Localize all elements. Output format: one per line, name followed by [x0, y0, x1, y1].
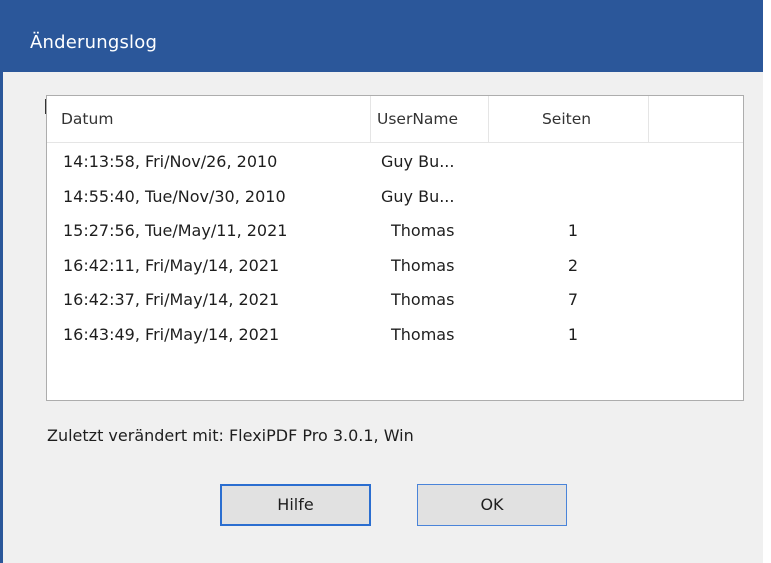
- row-username: Thomas: [391, 221, 455, 240]
- list-row[interactable]: 14:13:58, Fri/Nov/26, 2010 Guy Bu...: [47, 146, 743, 181]
- row-username: Thomas: [391, 324, 455, 344]
- dialog-window: Änderungslog Datum UserName Seiten 14:13…: [0, 0, 771, 563]
- row-username: Thomas: [391, 290, 455, 309]
- row-seiten: 7: [567, 290, 579, 309]
- list-header: Datum UserName Seiten: [47, 96, 743, 143]
- last-modified-info: Zuletzt verändert mit: FlexiPDF Pro 3.0.…: [47, 426, 414, 445]
- row-seiten: 1: [567, 324, 579, 344]
- row-datum: 16:42:11, Fri/May/14, 2021: [63, 255, 280, 275]
- column-header-datum[interactable]: Datum: [47, 96, 371, 142]
- row-datum: 15:27:56, Tue/May/11, 2021: [63, 221, 288, 240]
- list-row[interactable]: 16:42:11, Fri/May/14, 2021 Thomas 2: [47, 250, 743, 285]
- window-border: [0, 72, 3, 563]
- row-datum: 16:43:49, Fri/May/14, 2021: [63, 324, 280, 344]
- change-log-list[interactable]: Datum UserName Seiten 14:13:58, Fri/Nov/…: [46, 95, 744, 401]
- column-header-username[interactable]: UserName: [371, 96, 489, 142]
- row-datum: 14:13:58, Fri/Nov/26, 2010: [63, 152, 278, 171]
- row-seiten: 1: [567, 221, 579, 240]
- row-username: Guy Bu...: [381, 152, 455, 171]
- window-outer-edge: [763, 0, 771, 563]
- ok-button[interactable]: OK: [417, 484, 567, 526]
- row-datum: 14:55:40, Tue/Nov/30, 2010: [63, 186, 286, 206]
- list-row[interactable]: 14:55:40, Tue/Nov/30, 2010 Guy Bu...: [47, 181, 743, 216]
- list-row[interactable]: 16:42:37, Fri/May/14, 2021 Thomas 7: [47, 284, 743, 319]
- row-username: Guy Bu...: [381, 186, 455, 206]
- title-bar[interactable]: Änderungslog: [0, 0, 763, 72]
- help-button[interactable]: Hilfe: [220, 484, 371, 526]
- row-seiten: 2: [567, 255, 579, 275]
- list-rows: 14:13:58, Fri/Nov/26, 2010 Guy Bu... 14:…: [47, 146, 743, 353]
- row-username: Thomas: [391, 255, 455, 275]
- row-datum: 16:42:37, Fri/May/14, 2021: [63, 290, 280, 309]
- list-row[interactable]: 15:27:56, Tue/May/11, 2021 Thomas 1: [47, 215, 743, 250]
- column-header-empty[interactable]: [649, 96, 743, 142]
- column-header-seiten[interactable]: Seiten: [489, 96, 649, 142]
- window-title: Änderungslog: [30, 32, 158, 53]
- list-row[interactable]: 16:43:49, Fri/May/14, 2021 Thomas 1: [47, 319, 743, 354]
